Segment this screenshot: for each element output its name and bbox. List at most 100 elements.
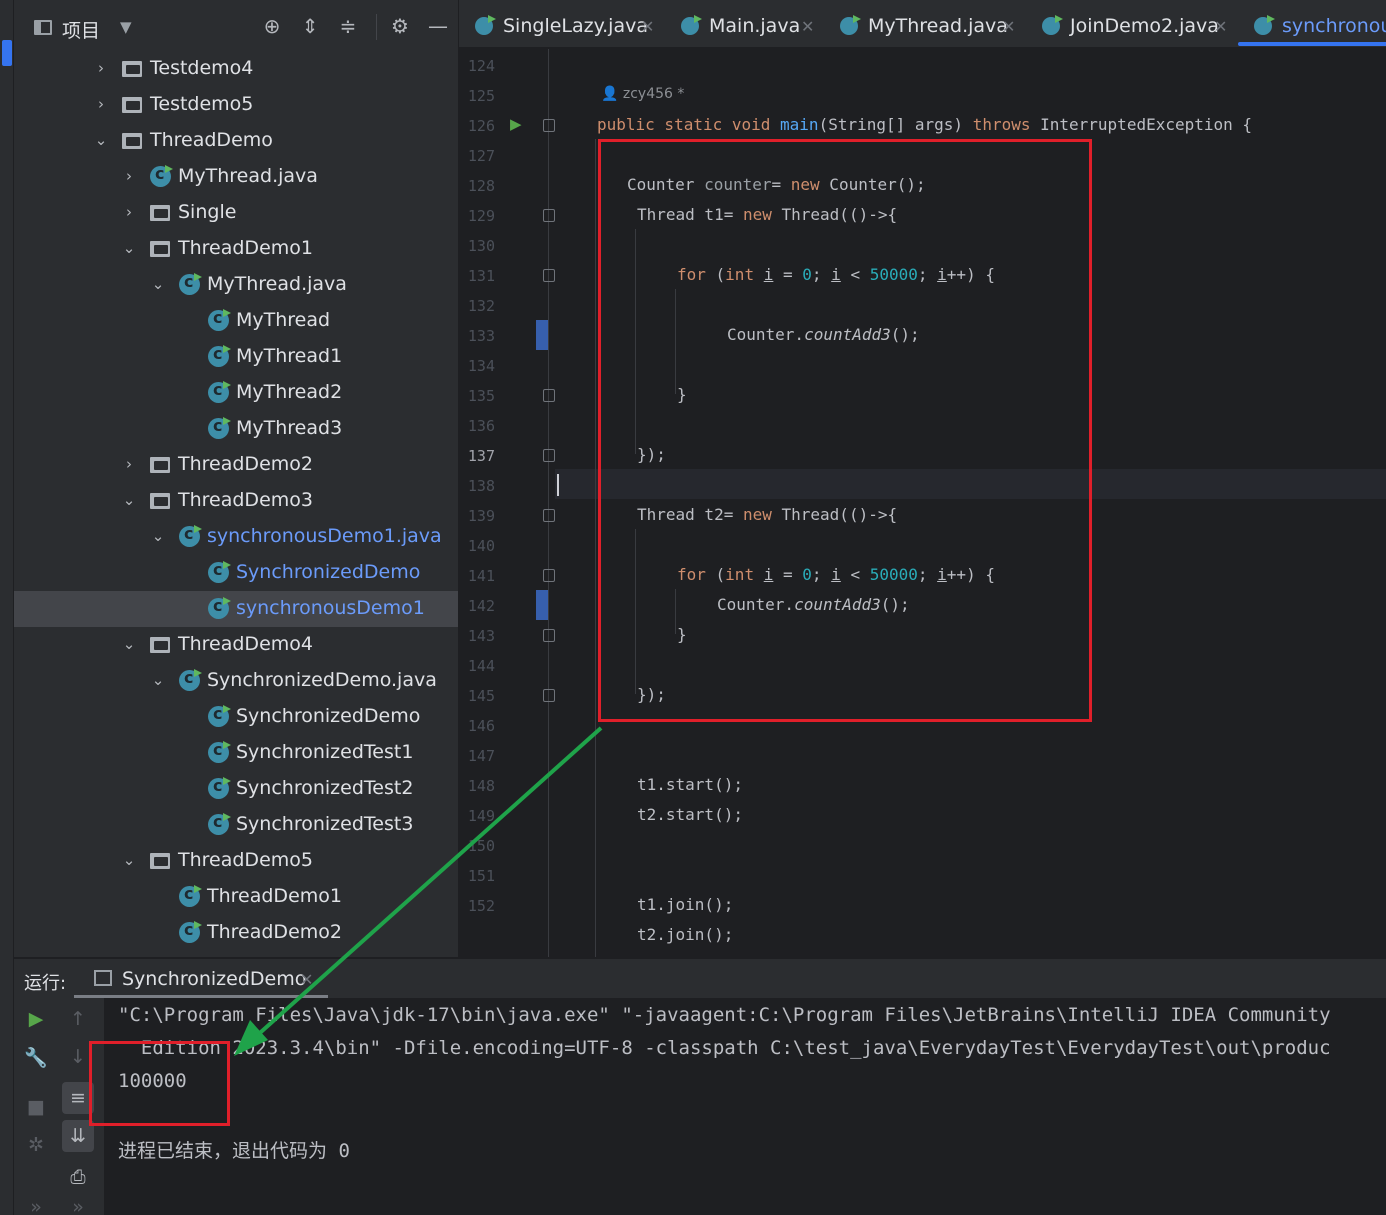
project-toolbar: 项目 ▼ ⊕ ⇕ ≑ ⚙ — (14, 0, 458, 50)
tab-mythread[interactable]: MyThread.java ✕ (824, 0, 1024, 47)
more-icon[interactable]: » (62, 1196, 94, 1215)
tree-item[interactable]: synchronousDemo1 (14, 591, 458, 627)
chevron-down-icon[interactable]: ⌄ (122, 491, 136, 509)
tree-item[interactable]: › ThreadDemo2 (14, 447, 458, 483)
tree-item[interactable]: ThreadDemo2 (14, 915, 458, 951)
tree-item[interactable]: ⌄ ThreadDemo5 (14, 843, 458, 879)
fold-icon[interactable] (543, 269, 555, 282)
author-hint[interactable]: 👤 zcy456 * (601, 86, 684, 102)
locate-icon[interactable]: ⊕ (260, 14, 284, 38)
close-icon[interactable]: ✕ (1002, 17, 1015, 36)
author-name: zcy456 * (622, 86, 685, 102)
code-line-148[interactable]: t2.start(); (637, 805, 743, 824)
run-panel-header: 运行: SynchronizedDemo ✕ (14, 958, 1386, 998)
tree-item[interactable]: MyThread2 (14, 375, 458, 411)
line-number: 149 (467, 807, 495, 825)
close-icon[interactable]: ✕ (801, 17, 814, 36)
tree-item[interactable]: › MyThread.java (14, 159, 458, 195)
line-number: 142 (467, 597, 495, 615)
fold-icon[interactable] (543, 449, 555, 462)
run-gutter-icon[interactable]: ▶ (510, 115, 522, 133)
bug-icon[interactable]: ✲ (20, 1134, 52, 1156)
chevron-down-icon[interactable]: ⌄ (122, 635, 136, 653)
arrow-up-icon[interactable]: ↑ (62, 1008, 94, 1030)
fold-icon[interactable] (543, 389, 555, 402)
wrench-icon[interactable]: 🔧 (20, 1046, 52, 1069)
fold-icon[interactable] (543, 629, 555, 642)
more-icon[interactable]: » (20, 1196, 52, 1215)
tree-item[interactable]: ⌄ ThreadDemo (14, 123, 458, 159)
tree-item[interactable]: SynchronizedTest3 (14, 807, 458, 843)
expand-all-icon[interactable]: ⇕ (298, 14, 322, 38)
chevron-right-icon[interactable]: › (94, 59, 108, 77)
chevron-down-icon[interactable]: ▼ (120, 18, 132, 36)
line-number: 137 (467, 447, 495, 465)
tree-item[interactable]: ⌄ ThreadDemo4 (14, 627, 458, 663)
tree-item[interactable]: › Testdemo5 (14, 87, 458, 123)
tree-item[interactable]: SynchronizedDemo (14, 699, 458, 735)
gear-icon[interactable]: ⚙ (388, 14, 412, 38)
tree-item[interactable]: ⌄ ThreadDemo1 (14, 231, 458, 267)
tree-item[interactable]: SynchronizedTest2 (14, 771, 458, 807)
left-tool-strip[interactable] (0, 0, 14, 1215)
tree-item[interactable]: ⌄ ThreadDemo3 (14, 483, 458, 519)
collapse-all-icon[interactable]: ≑ (336, 14, 360, 38)
fold-icon[interactable] (543, 119, 555, 132)
tree-item[interactable]: ⌄ SynchronizedDemo.java (14, 663, 458, 699)
tree-item[interactable]: › Testdemo4 (14, 51, 458, 87)
minimize-icon[interactable]: — (426, 14, 450, 38)
run-tab-synchronizeddemo[interactable]: SynchronizedDemo (122, 968, 306, 990)
change-marker[interactable] (536, 590, 548, 620)
close-icon[interactable]: ✕ (300, 970, 313, 989)
code-line-125[interactable]: public static void main(String[] args) t… (597, 115, 1252, 134)
tree-item[interactable]: MyThread (14, 303, 458, 339)
tab-synchronous[interactable]: synchronous (1238, 0, 1386, 47)
chevron-down-icon[interactable]: ⌄ (122, 239, 136, 257)
tree-item[interactable]: ThreadDemo1 (14, 879, 458, 915)
close-icon[interactable]: ✕ (1214, 17, 1227, 36)
tree-item[interactable]: ⌄ MyThread.java (14, 267, 458, 303)
tree-item-label: SynchronizedDemo.java (207, 669, 437, 691)
rerun-icon[interactable]: ▶ (20, 1008, 52, 1030)
folder-icon (150, 493, 170, 509)
project-title[interactable]: 项目 (62, 16, 100, 43)
fold-icon[interactable] (543, 569, 555, 582)
chevron-down-icon[interactable]: ⌄ (151, 671, 165, 689)
chevron-down-icon[interactable]: ⌄ (122, 851, 136, 869)
java-class-icon (208, 380, 229, 403)
chevron-right-icon[interactable]: › (122, 455, 136, 473)
close-icon[interactable]: ✕ (641, 17, 654, 36)
chevron-down-icon[interactable]: ⌄ (151, 527, 165, 545)
fold-icon[interactable] (543, 689, 555, 702)
chevron-right-icon[interactable]: › (122, 203, 136, 221)
tree-item[interactable]: ⌄ synchronousDemo1.java (14, 519, 458, 555)
line-number: 125 (467, 87, 495, 105)
code-line-147[interactable]: t1.start(); (637, 775, 743, 794)
project-tool-marker[interactable] (2, 40, 12, 66)
tab-joindemo2[interactable]: JoinDemo2.java ✕ (1026, 0, 1236, 47)
chevron-down-icon[interactable]: ⌄ (94, 131, 108, 149)
tree-item-label: MyThread.java (207, 273, 347, 295)
run-console[interactable]: "C:\Program Files\Java\jdk-17\bin\java.e… (104, 998, 1386, 1215)
tab-singlelazy[interactable]: SingleLazy.java ✕ (459, 0, 659, 47)
tab-main[interactable]: Main.java ✕ (665, 0, 825, 47)
stop-icon[interactable]: ■ (20, 1096, 52, 1118)
fold-icon[interactable] (543, 509, 555, 522)
java-class-icon (179, 272, 200, 295)
fold-icon[interactable] (543, 209, 555, 222)
print-icon[interactable]: ⎙ (62, 1166, 94, 1188)
folder-icon (150, 637, 170, 653)
editor-gutter[interactable]: 124 125 126 127 128 129 130 131 132 133 134 135 136 1… (459, 49, 555, 957)
chevron-right-icon[interactable]: › (94, 95, 108, 113)
code-line-151[interactable]: t1.join(); (637, 895, 733, 914)
change-marker[interactable] (536, 320, 548, 350)
tree-item[interactable]: SynchronizedDemo (14, 555, 458, 591)
chevron-down-icon[interactable]: ⌄ (151, 275, 165, 293)
project-panel: 项目 ▼ ⊕ ⇕ ≑ ⚙ — › Testdemo4 › Testdemo5 ⌄ Thre… (14, 0, 458, 957)
tree-item[interactable]: MyThread1 (14, 339, 458, 375)
tree-item[interactable]: MyThread3 (14, 411, 458, 447)
chevron-right-icon[interactable]: › (122, 167, 136, 185)
tree-item[interactable]: SynchronizedTest1 (14, 735, 458, 771)
code-line-152[interactable]: t2.join(); (637, 925, 733, 944)
tree-item[interactable]: › Single (14, 195, 458, 231)
